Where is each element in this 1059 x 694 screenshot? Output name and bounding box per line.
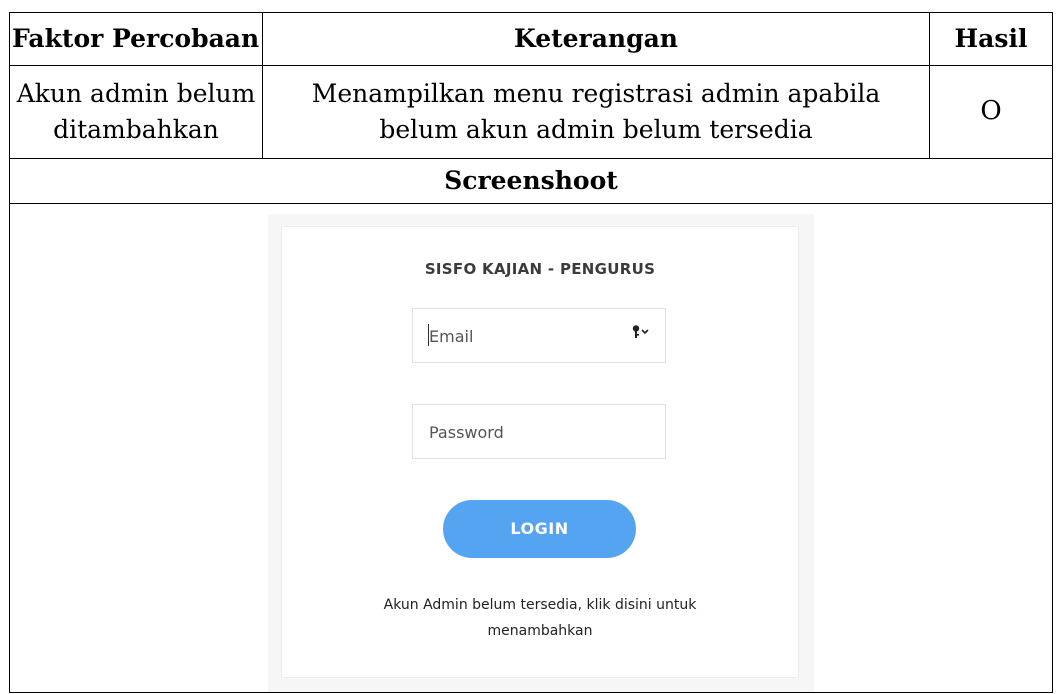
screenshot-header-row: Screenshoot [9, 158, 1053, 204]
login-card: SISFO KAJIAN - PENGURUS Email Password L… [281, 226, 799, 678]
email-placeholder: Email [429, 327, 474, 346]
key-icon[interactable] [631, 324, 651, 347]
test-case-table: Faktor Percobaan Keterangan Hasil Akun a… [9, 12, 1053, 693]
password-placeholder: Password [429, 423, 504, 442]
faktor-line-1: Akun admin belum [16, 78, 256, 108]
hasil-cell: O [929, 65, 1053, 159]
data-row: Akun admin belum ditambahkan Menampilkan… [9, 65, 1053, 159]
login-screenshot: SISFO KAJIAN - PENGURUS Email Password L… [268, 214, 814, 692]
header-hasil: Hasil [929, 12, 1053, 66]
help-line-2: menambahkan [487, 623, 593, 639]
header-faktor: Faktor Percobaan [9, 12, 263, 66]
screenshot-row: SISFO KAJIAN - PENGURUS Email Password L… [9, 203, 1053, 693]
password-field[interactable]: Password [412, 404, 666, 459]
header-keterangan: Keterangan [262, 12, 930, 66]
login-button[interactable]: LOGIN [443, 500, 636, 558]
keterangan-line-1: Menampilkan menu registrasi admin apabil… [311, 78, 881, 108]
help-line-1: Akun Admin belum tersedia, klik disini u… [383, 597, 697, 613]
email-field[interactable]: Email [412, 308, 666, 363]
keterangan-line-2: belum akun admin belum tersedia [379, 115, 813, 144]
register-admin-link[interactable]: Akun Admin belum tersedia, klik disini u… [322, 592, 758, 644]
screenshot-cell: SISFO KAJIAN - PENGURUS Email Password L… [9, 203, 1053, 693]
header-row: Faktor Percobaan Keterangan Hasil [9, 12, 1053, 66]
screenshot-header: Screenshoot [9, 158, 1053, 204]
faktor-cell: Akun admin belum ditambahkan [9, 65, 263, 159]
keterangan-cell: Menampilkan menu registrasi admin apabil… [262, 65, 930, 159]
faktor-line-2: ditambahkan [53, 115, 219, 144]
brand-title: SISFO KAJIAN - PENGURUS [424, 260, 656, 278]
